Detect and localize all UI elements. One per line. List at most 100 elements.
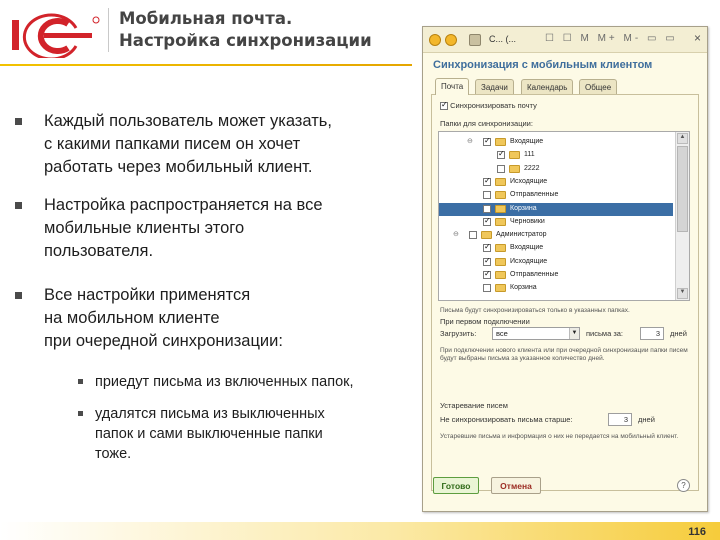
tab-calendar[interactable]: Календарь: [521, 79, 574, 95]
tree-row[interactable]: 111: [439, 149, 673, 162]
window-title: С... (...: [489, 34, 516, 44]
letters-for-label: письма за:: [586, 329, 624, 338]
tree-row[interactable]: Черновики: [439, 216, 673, 229]
page-number: 116: [688, 526, 706, 538]
bullet-text: Все настройки применятся на мобильном кл…: [44, 286, 283, 350]
folder-icon: [495, 257, 506, 266]
slide-title: Мобильная почта. Настройка синхронизации: [108, 8, 428, 52]
load-label: Загрузить:: [440, 329, 477, 338]
tree-row[interactable]: Исходящие: [439, 256, 673, 269]
tree-row[interactable]: Корзина: [439, 202, 673, 216]
window-titlebar: С... (... ☐ ☐ M M+ M- ▭ ▭ ×: [423, 27, 707, 53]
folder-label: Входящие: [510, 138, 544, 145]
load-row: Загрузить: все ▼ письма за: 3 дней: [440, 327, 696, 341]
folder-icon: [495, 138, 506, 146]
sync-mail-label: Синхронизировать почту: [450, 101, 537, 110]
load-combo[interactable]: все ▼: [492, 327, 580, 340]
folder-label: Исходящие: [510, 257, 548, 265]
folder-checkbox[interactable]: [483, 191, 491, 200]
scroll-down-icon[interactable]: ▼: [677, 288, 688, 299]
tab-mail[interactable]: Почта: [435, 78, 470, 95]
folder-checkbox[interactable]: [483, 136, 491, 146]
cancel-button[interactable]: Отмена: [491, 477, 541, 494]
chevron-down-icon[interactable]: ▼: [569, 328, 579, 339]
folder-checkbox[interactable]: [497, 149, 505, 160]
obsolete-days-row: Не синхронизировать письма старше: 3 дне…: [440, 413, 696, 427]
letters-days-field[interactable]: 3: [640, 327, 664, 340]
bullet-marker: [15, 202, 22, 209]
folder-icon: [495, 204, 506, 213]
folder-icon: [495, 244, 506, 253]
folder-icon: [495, 191, 506, 200]
folder-label: 111: [524, 151, 535, 159]
obsolete-note: Устаревшие письма и информация о них не …: [440, 433, 679, 440]
folder-checkbox[interactable]: [483, 204, 491, 213]
folder-tree[interactable]: Корзина Отправленные Исходящие Входящие ⊖ Адм…: [438, 131, 690, 301]
tree-row[interactable]: Отправленные: [439, 189, 673, 202]
tree-row[interactable]: ⊖ Администратор: [439, 229, 673, 242]
folder-checkbox[interactable]: [483, 176, 491, 186]
folder-icon: [495, 271, 506, 279]
tab-tasks[interactable]: Задачи: [475, 79, 514, 95]
1c-logo: [12, 13, 100, 58]
folder-checkbox[interactable]: [469, 231, 477, 240]
help-icon[interactable]: ?: [677, 479, 690, 492]
bullet-marker: [15, 118, 22, 125]
sync-mail-checkbox[interactable]: [440, 100, 448, 111]
sub-bullet-text: приедут письма из включенных папок,: [95, 374, 354, 390]
bullet-marker: [15, 292, 22, 299]
slide-title-line-2: Настройка синхронизации: [119, 31, 372, 50]
folder-label: Администратор: [496, 231, 547, 239]
folder-checkbox[interactable]: [497, 164, 505, 173]
folder-icon: [495, 177, 506, 186]
close-icon[interactable]: ×: [694, 31, 701, 45]
days-label: дней: [638, 415, 655, 424]
folder-label: 2222: [524, 164, 540, 172]
folder-icon: [495, 217, 506, 226]
tree-row[interactable]: Корзина: [439, 282, 673, 295]
mail-tab-panel: Синхронизировать почту Папки для синхрон…: [431, 94, 699, 491]
folder-label: Отправленные: [510, 191, 559, 199]
folders-label: Папки для синхронизации:: [440, 119, 533, 128]
folder-checkbox[interactable]: [483, 216, 491, 226]
folder-label: Отправленные: [510, 271, 559, 278]
tree-note: Письма будут синхронизироваться только в…: [440, 307, 630, 314]
scroll-thumb[interactable]: [677, 146, 688, 232]
folder-checkbox[interactable]: [483, 284, 491, 293]
folder-checkbox[interactable]: [483, 269, 491, 279]
scroll-up-icon[interactable]: ▲: [677, 133, 688, 144]
bullet-text: Каждый пользователь может указать, с как…: [44, 112, 332, 176]
sub-bullet-text: удалятся письма из выключенных папок и с…: [95, 406, 325, 462]
footer-bar: [0, 522, 720, 540]
tree-scrollbar[interactable]: ▲ ▼: [675, 132, 689, 300]
days-label: дней: [670, 329, 687, 338]
folder-checkbox[interactable]: [483, 242, 491, 253]
tree-row[interactable]: Входящие: [439, 242, 673, 255]
collapse-icon[interactable]: ⊖: [453, 230, 459, 238]
tab-general[interactable]: Общее: [579, 79, 618, 95]
folder-label: Корзина: [510, 204, 537, 212]
sub-bullet-marker: [78, 379, 83, 384]
folder-icon: [509, 151, 520, 160]
forward-icon[interactable]: [445, 34, 457, 46]
tree-row[interactable]: 2222: [439, 163, 673, 176]
tree-row[interactable]: Исходящие: [439, 176, 673, 189]
sync-settings-window: С... (... ☐ ☐ M M+ M- ▭ ▭ × Синхронизаци…: [422, 26, 708, 512]
no-sync-days-field[interactable]: 3: [608, 413, 632, 426]
folder-icon: [481, 231, 492, 240]
first-connect-note: При подключении нового клиента или при о…: [440, 347, 688, 362]
favorite-icon[interactable]: [469, 34, 481, 46]
load-value: все: [496, 329, 508, 338]
tree-row[interactable]: Отправленные: [439, 269, 673, 282]
back-icon[interactable]: [429, 34, 441, 46]
folder-label: Черновики: [510, 217, 545, 225]
folder-label: Корзина: [510, 284, 537, 292]
done-button[interactable]: Готово: [433, 477, 479, 494]
collapse-icon[interactable]: ⊖: [467, 137, 473, 145]
sync-mail-row[interactable]: Синхронизировать почту: [440, 100, 537, 111]
tree-row[interactable]: ⊖ Входящие: [439, 136, 673, 149]
toolbar-icons[interactable]: ☐ ☐ M M+ M- ▭ ▭: [545, 33, 678, 44]
folder-icon: [509, 164, 520, 173]
folder-icon: [495, 284, 506, 293]
folder-checkbox[interactable]: [483, 256, 491, 266]
